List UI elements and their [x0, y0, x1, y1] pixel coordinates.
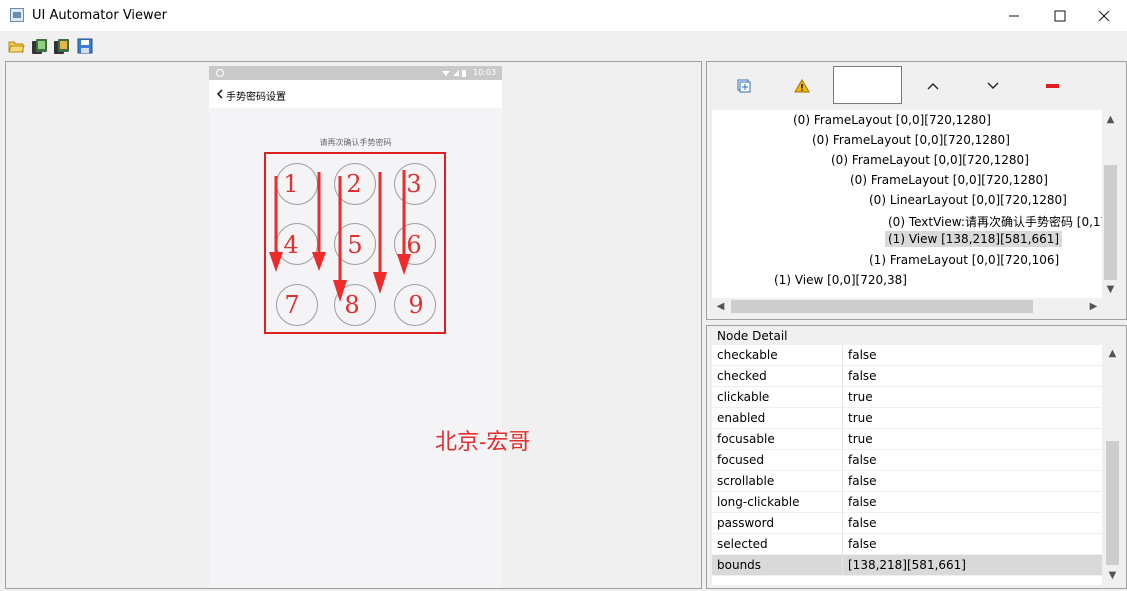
detail-key: enabled	[717, 411, 766, 425]
detail-value: true	[848, 432, 873, 446]
close-button[interactable]	[1081, 0, 1127, 31]
device-screenshot-compressed-icon	[54, 39, 69, 54]
detail-key: selected	[717, 537, 768, 551]
detail-value: false	[848, 369, 877, 383]
detail-row[interactable]: checked false	[712, 366, 1102, 387]
detail-key: long-clickable	[717, 495, 800, 509]
detail-value: false	[848, 348, 877, 362]
detail-key: focused	[717, 453, 765, 467]
next-result-button[interactable]	[982, 66, 1004, 106]
maximize-icon	[1054, 10, 1066, 21]
search-field[interactable]	[833, 66, 902, 104]
tree-node[interactable]: (0) FrameLayout [0,0][720,1280]	[793, 113, 991, 127]
scroll-right-icon[interactable]: ▶	[1085, 301, 1102, 312]
arrowhead-3	[333, 280, 347, 302]
detail-row[interactable]: checkable false	[712, 345, 1102, 366]
expand-all-icon	[737, 79, 751, 93]
node-detail-title: Node Detail	[717, 329, 788, 343]
detail-value: false	[848, 537, 877, 551]
detail-value: [138,218][581,661]	[848, 558, 966, 572]
tree-node[interactable]: (0) FrameLayout [0,0][720,1280]	[812, 133, 1010, 147]
detail-key: clickable	[717, 390, 770, 404]
detail-value: false	[848, 453, 877, 467]
scroll-thumb[interactable]	[1106, 441, 1119, 565]
minimize-button[interactable]	[991, 0, 1037, 31]
up-chevron-icon	[927, 83, 939, 90]
detail-row[interactable]: enabled true	[712, 408, 1102, 429]
save-button[interactable]	[77, 38, 94, 55]
previous-result-button[interactable]	[922, 66, 944, 106]
down-chevron-icon	[987, 82, 999, 89]
arrowhead-1	[269, 252, 283, 272]
tree-horizontal-scrollbar[interactable]: ◀ ▶	[712, 298, 1102, 315]
detail-row-selected[interactable]: bounds [138,218][581,661]	[712, 555, 1102, 576]
tree-node-selected[interactable]: (1) View [138,218][581,661]	[885, 231, 1063, 247]
detail-row[interactable]: password false	[712, 513, 1102, 534]
open-icon	[8, 41, 25, 53]
hierarchy-tree: (0) FrameLayout [0,0][720,1280] (0) Fram…	[712, 110, 1102, 298]
device-screenshot[interactable]: 10:03 手势密码设置 请再次确认手势密码 1 2 3 4 5 6 7 8 9	[209, 66, 502, 588]
tree-node[interactable]: (1) FrameLayout [0,0][720,106]	[869, 253, 1059, 267]
tree-node[interactable]: (0) FrameLayout [0,0][720,1280]	[831, 153, 1029, 167]
clear-search-button[interactable]	[1042, 66, 1064, 106]
open-button[interactable]	[8, 38, 25, 55]
device-screenshot-icon	[32, 39, 47, 54]
detail-value: false	[848, 516, 877, 530]
arrowhead-5	[397, 254, 411, 275]
tree-node[interactable]: (0) TextView:请再次确认手势密码 [0,17	[888, 213, 1102, 230]
detail-row[interactable]: clickable true	[712, 387, 1102, 408]
tree-node[interactable]: (0) LinearLayout [0,0][720,1280]	[869, 193, 1067, 207]
detail-row[interactable]: selected false	[712, 534, 1102, 555]
detail-key: bounds	[717, 558, 762, 572]
expand-all-button[interactable]	[733, 66, 755, 106]
window-titlebar: UI Automator Viewer	[0, 0, 1127, 31]
scroll-thumb[interactable]	[731, 300, 1033, 313]
maximize-button[interactable]	[1037, 0, 1083, 31]
detail-row[interactable]: focusable true	[712, 429, 1102, 450]
detail-key: checked	[717, 369, 767, 383]
detail-row[interactable]: long-clickable false	[712, 492, 1102, 513]
toggle-nafs-button[interactable]	[790, 66, 814, 106]
watermark: 北京-宏哥	[435, 430, 531, 455]
arrowhead-2	[312, 252, 326, 271]
tree-vertical-scrollbar[interactable]: ▲ ▼	[1102, 110, 1119, 298]
scroll-up-icon[interactable]: ▲	[1104, 348, 1121, 359]
arrowhead-4	[373, 272, 387, 294]
device-screenshot-button[interactable]	[31, 38, 48, 55]
tree-node[interactable]: (0) FrameLayout [0,0][720,1280]	[850, 173, 1048, 187]
app-icon	[10, 8, 24, 22]
detail-key: checkable	[717, 348, 778, 362]
minus-icon	[1046, 84, 1059, 88]
detail-row[interactable]: scrollable false	[712, 471, 1102, 492]
detail-value: false	[848, 495, 877, 509]
detail-key: password	[717, 516, 774, 530]
detail-row[interactable]: focused false	[712, 450, 1102, 471]
tree-node[interactable]: (1) View [0,0][720,38]	[774, 273, 907, 287]
detail-key: scrollable	[717, 474, 775, 488]
scroll-thumb[interactable]	[1104, 165, 1117, 280]
save-icon	[77, 38, 93, 54]
scroll-up-icon[interactable]: ▲	[1102, 114, 1119, 125]
window-title: UI Automator Viewer	[32, 8, 168, 23]
scroll-left-icon[interactable]: ◀	[712, 301, 729, 312]
detail-vertical-scrollbar[interactable]: ▲ ▼	[1104, 345, 1121, 585]
detail-key: focusable	[717, 432, 775, 446]
detail-value: false	[848, 474, 877, 488]
scroll-down-icon[interactable]: ▼	[1102, 284, 1119, 295]
detail-value: true	[848, 390, 873, 404]
main-toolbar	[0, 31, 1127, 60]
close-icon	[1098, 10, 1110, 21]
annotation-arrows	[269, 170, 411, 302]
warning-icon	[794, 79, 810, 93]
minimize-icon	[1009, 15, 1019, 16]
device-screenshot-compressed-button[interactable]	[53, 38, 70, 55]
detail-value: true	[848, 411, 873, 425]
scroll-down-icon[interactable]: ▼	[1104, 570, 1121, 581]
